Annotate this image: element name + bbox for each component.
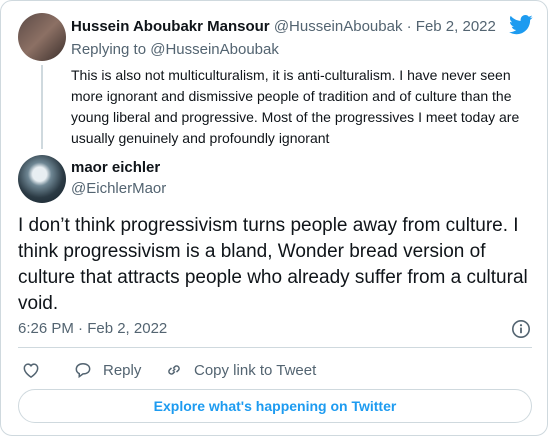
info-icon[interactable] — [511, 319, 531, 339]
main-author-avatar[interactable] — [18, 155, 66, 203]
copy-link-button[interactable]: Copy link to Tweet — [164, 359, 316, 381]
parent-tweet-text: This is also not multiculturalism, it is… — [71, 67, 520, 146]
parent-author-avatar[interactable] — [18, 13, 66, 61]
tweet-timestamp[interactable]: 6:26 PM · Feb 2, 2022 — [18, 320, 167, 337]
reply-label: Reply — [103, 361, 142, 379]
embedded-tweet-card: Hussein Aboubakr Mansour @HusseinAboubak… — [0, 0, 548, 436]
replying-to-handle[interactable]: @HusseinAboubak — [150, 41, 279, 58]
main-author-name[interactable]: maor eichler — [71, 159, 160, 176]
header-separator: · — [402, 18, 416, 35]
parent-tweet-date[interactable]: Feb 2, 2022 — [416, 18, 496, 35]
thread-connector-line — [41, 65, 43, 149]
main-tweet-text: I don’t think progressivism turns people… — [18, 215, 528, 314]
reply-button[interactable]: Reply — [73, 359, 141, 381]
heart-icon — [23, 363, 39, 378]
parent-author-name[interactable]: Hussein Aboubakr Mansour — [71, 18, 270, 35]
link-icon — [168, 365, 180, 375]
explore-twitter-button[interactable]: Explore what's happening on Twitter — [18, 389, 532, 423]
twitter-bird-icon[interactable] — [509, 15, 533, 35]
copy-link-label: Copy link to Tweet — [194, 361, 317, 379]
replying-to-label: Replying to — [71, 41, 151, 58]
main-author-handle[interactable]: @EichlerMaor — [71, 180, 166, 197]
action-divider — [18, 347, 532, 348]
replying-to-line: Replying to @HusseinAboubak — [71, 41, 279, 58]
parent-tweet-header: Hussein Aboubakr Mansour @HusseinAboubak… — [71, 18, 496, 35]
like-button[interactable] — [21, 359, 41, 381]
reply-bubble-icon — [75, 362, 91, 379]
parent-author-handle[interactable]: @HusseinAboubak — [274, 18, 403, 35]
